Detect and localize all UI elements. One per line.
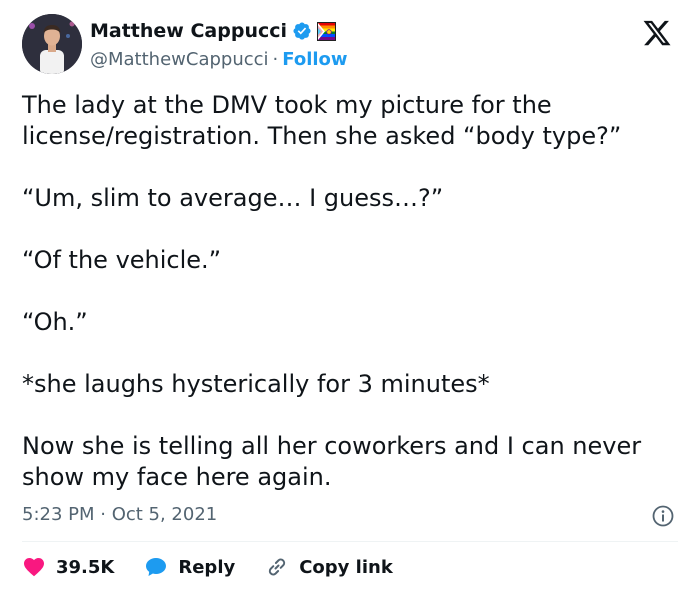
link-icon bbox=[269, 558, 286, 576]
divider bbox=[22, 541, 678, 542]
verified-badge-icon bbox=[293, 22, 311, 40]
avatar[interactable] bbox=[22, 14, 82, 74]
heart-icon bbox=[24, 558, 44, 577]
info-icon[interactable] bbox=[651, 504, 675, 528]
x-logo-icon[interactable] bbox=[642, 18, 672, 48]
author-handle[interactable]: @MatthewCappucci bbox=[90, 49, 269, 70]
handle-row: @MatthewCappucci · Follow bbox=[90, 49, 348, 70]
follow-button[interactable]: Follow bbox=[282, 49, 347, 70]
name-row: Matthew Cappucci bbox=[90, 20, 337, 42]
author-name[interactable]: Matthew Cappucci bbox=[90, 20, 287, 42]
tweet-paragraph: “Of the vehicle.” bbox=[22, 246, 222, 274]
tweet-paragraph: The lady at the DMV took my picture for … bbox=[22, 91, 622, 150]
tweet-paragraph: “Um, slim to average… I guess…?” bbox=[22, 184, 444, 212]
tweet-paragraph: “Oh.” bbox=[22, 308, 88, 336]
action-bar: 39.5K Reply Copy link bbox=[22, 553, 423, 581]
tweet-header: Matthew Cappucci @MatthewCappucci · Follow bbox=[22, 14, 682, 78]
pride-flag-icon bbox=[317, 21, 337, 41]
tweet-paragraph: Now she is telling all her coworkers and… bbox=[22, 432, 649, 491]
reply-bubble-icon bbox=[146, 558, 167, 576]
copy-link-button[interactable]: Copy link bbox=[265, 555, 393, 579]
like-button[interactable]: 39.5K bbox=[22, 555, 114, 579]
handle-separator: · bbox=[272, 49, 279, 70]
reply-label: Reply bbox=[178, 556, 236, 578]
tweet-text: The lady at the DMV took my picture for … bbox=[22, 90, 672, 493]
like-count: 39.5K bbox=[56, 556, 115, 578]
tweet-timestamp[interactable]: 5:23 PM · Oct 5, 2021 bbox=[22, 504, 217, 525]
copy-link-label: Copy link bbox=[299, 556, 393, 578]
tweet-paragraph: *she laughs hysterically for 3 minutes* bbox=[22, 370, 490, 398]
reply-button[interactable]: Reply bbox=[144, 555, 235, 579]
